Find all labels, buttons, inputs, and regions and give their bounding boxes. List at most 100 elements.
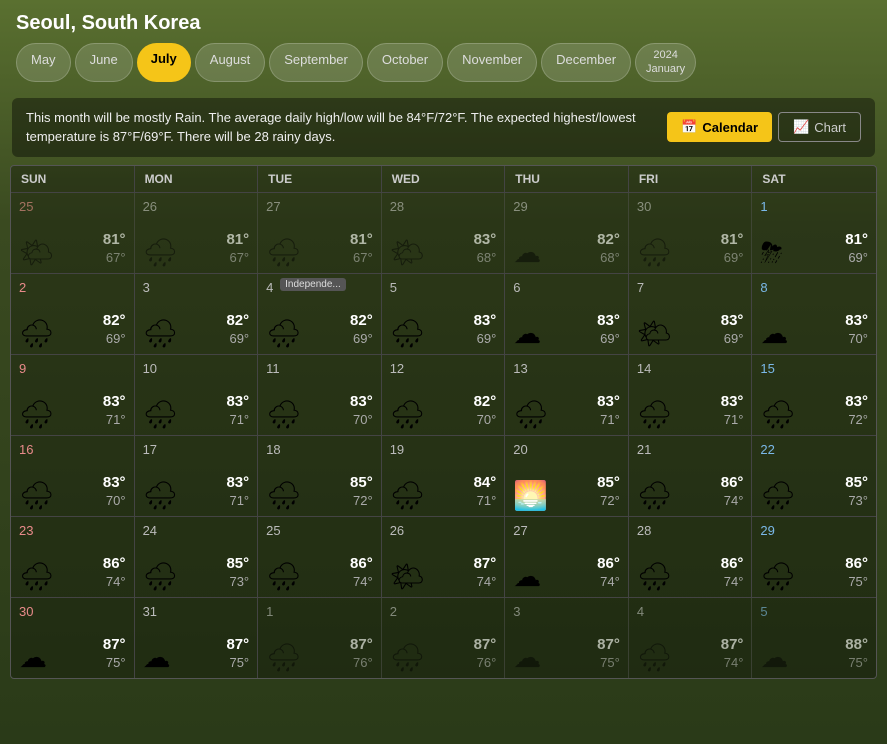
temp-low: 70° bbox=[845, 331, 868, 348]
temp-low: 72° bbox=[845, 412, 868, 429]
temp-high: 81° bbox=[721, 230, 744, 250]
temp-low: 67° bbox=[103, 250, 126, 267]
calendar-cell-w4-d0[interactable]: 23🌧86°74° bbox=[11, 517, 135, 597]
cell-date: 27 bbox=[513, 523, 620, 538]
cell-temps: 86°74° bbox=[721, 473, 744, 509]
cell-weather: 🌧 81°69° bbox=[637, 218, 744, 267]
calendar-cell-w3-d1[interactable]: 17🌧83°71° bbox=[135, 436, 259, 516]
calendar-cell-w4-d3[interactable]: 26🌤87°74° bbox=[382, 517, 506, 597]
calendar-cell-w5-d3[interactable]: 2🌧87°76° bbox=[382, 598, 506, 678]
temp-high: 84° bbox=[474, 473, 497, 493]
temp-low: 68° bbox=[474, 250, 497, 267]
weather-icon: ☁ bbox=[513, 644, 541, 672]
calendar-cell-w4-d5[interactable]: 28🌧86°74° bbox=[629, 517, 753, 597]
calendar-cell-w1-d1[interactable]: 3🌧82°69° bbox=[135, 274, 259, 354]
cell-temps: 83°71° bbox=[103, 392, 126, 428]
tab-june[interactable]: June bbox=[75, 43, 133, 82]
calendar-cell-w3-d0[interactable]: 16🌧83°70° bbox=[11, 436, 135, 516]
calendar-cell-w5-d1[interactable]: 31☁87°75° bbox=[135, 598, 259, 678]
calendar-cell-w2-d5[interactable]: 14🌧83°71° bbox=[629, 355, 753, 435]
cell-weather: 🌧87°76° bbox=[266, 623, 373, 672]
calendar-view-button[interactable]: 📅 Calendar bbox=[667, 112, 772, 142]
weather-icon: 🌧 bbox=[637, 401, 673, 429]
calendar-cell-w5-d0[interactable]: 30☁87°75° bbox=[11, 598, 135, 678]
tab-december[interactable]: December bbox=[541, 43, 631, 82]
tab-september[interactable]: September bbox=[269, 43, 363, 82]
cell-date: 14 bbox=[637, 361, 744, 376]
temp-high: 83° bbox=[721, 311, 744, 331]
temp-low: 74° bbox=[721, 655, 744, 672]
tab-2024-january[interactable]: 2024January bbox=[635, 43, 696, 82]
info-bar: This month will be mostly Rain. The aver… bbox=[12, 98, 875, 157]
cell-date: 25 bbox=[266, 523, 373, 538]
calendar-cell-w0-d3[interactable]: 28🌤83°68° bbox=[382, 193, 506, 273]
calendar-cell-w0-d1[interactable]: 26🌧81°67° bbox=[135, 193, 259, 273]
calendar-cell-w5-d2[interactable]: 1🌧87°76° bbox=[258, 598, 382, 678]
temp-high: 83° bbox=[597, 311, 620, 331]
calendar-cell-w2-d6[interactable]: 15🌧83°72° bbox=[752, 355, 876, 435]
calendar-cell-w3-d4[interactable]: 20🌅85°72° bbox=[505, 436, 629, 516]
calendar-cell-w1-d6[interactable]: 8☁83°70° bbox=[752, 274, 876, 354]
calendar-cell-w0-d0[interactable]: 25🌤81°67° bbox=[11, 193, 135, 273]
calendar-cell-w2-d3[interactable]: 12🌧82°70° bbox=[382, 355, 506, 435]
temp-high: 86° bbox=[350, 554, 373, 574]
weather-icon: 🌧 bbox=[19, 320, 55, 348]
weather-icon: 🌧 bbox=[637, 239, 673, 267]
temp-high: 86° bbox=[845, 554, 868, 574]
calendar-cell-w0-d4[interactable]: 29☁82°68° bbox=[505, 193, 629, 273]
calendar-cell-w1-d3[interactable]: 5🌧83°69° bbox=[382, 274, 506, 354]
cell-date: 31 bbox=[143, 604, 250, 619]
calendar-cell-w2-d1[interactable]: 10🌧83°71° bbox=[135, 355, 259, 435]
calendar-cell-w5-d5[interactable]: 4🌧87°74° bbox=[629, 598, 753, 678]
week-row-2: 9🌧83°71°10🌧83°71°11🌧83°70°12🌧82°70°13🌧83… bbox=[11, 354, 876, 435]
tab-november[interactable]: November bbox=[447, 43, 537, 82]
tab-october[interactable]: October bbox=[367, 43, 443, 82]
calendar-cell-w2-d4[interactable]: 13 🌧83°71° bbox=[505, 355, 629, 435]
temp-low: 73° bbox=[226, 574, 249, 591]
calendar-cell-w1-d5[interactable]: 7🌤83°69° bbox=[629, 274, 753, 354]
cell-date: 13 bbox=[513, 361, 620, 376]
temp-high: 83° bbox=[103, 392, 126, 412]
cell-temps: 81°69° bbox=[721, 230, 744, 266]
calendar-cell-w2-d0[interactable]: 9🌧83°71° bbox=[11, 355, 135, 435]
weather-icon: 🌅 bbox=[513, 482, 548, 510]
temp-low: 67° bbox=[226, 250, 249, 267]
cell-weather: 🌧83°69° bbox=[390, 299, 497, 348]
calendar-cell-w4-d2[interactable]: 25🌧86°74° bbox=[258, 517, 382, 597]
calendar-cell-w3-d6[interactable]: 22🌧85°73° bbox=[752, 436, 876, 516]
calendar-cell-w0-d2[interactable]: 27🌧81°67° bbox=[258, 193, 382, 273]
tab-july[interactable]: July bbox=[137, 43, 191, 82]
tab-august[interactable]: August bbox=[195, 43, 265, 82]
week-row-0: 25🌤81°67°26🌧81°67°27🌧81°67°28🌤83°68°29☁8… bbox=[11, 192, 876, 273]
calendar-cell-w0-d6[interactable]: 1⛈81°69° bbox=[752, 193, 876, 273]
calendar-cell-w0-d5[interactable]: 30🌧81°69° bbox=[629, 193, 753, 273]
temp-low: 67° bbox=[350, 250, 373, 267]
calendar-cell-w4-d1[interactable]: 24🌧85°73° bbox=[135, 517, 259, 597]
calendar-cell-w1-d0[interactable]: 2🌧82°69° bbox=[11, 274, 135, 354]
cell-temps: 83°71° bbox=[226, 473, 249, 509]
cell-date: 1 bbox=[760, 199, 868, 214]
calendar-cell-w3-d5[interactable]: 21🌧86°74° bbox=[629, 436, 753, 516]
calendar-cell-w3-d2[interactable]: 18🌧85°72° bbox=[258, 436, 382, 516]
calendar-cell-w4-d4[interactable]: 27☁86°74° bbox=[505, 517, 629, 597]
calendar-cell-w3-d3[interactable]: 19🌧84°71° bbox=[382, 436, 506, 516]
calendar-cell-w2-d2[interactable]: 11🌧83°70° bbox=[258, 355, 382, 435]
temp-high: 81° bbox=[226, 230, 249, 250]
temp-high: 82° bbox=[597, 230, 620, 250]
temp-high: 87° bbox=[103, 635, 126, 655]
cell-weather: 🌧87°76° bbox=[390, 623, 497, 672]
chart-view-button[interactable]: 📈 Chart bbox=[778, 112, 861, 142]
cell-date: 3 bbox=[143, 280, 250, 295]
calendar-cell-w1-d2[interactable]: 4Independe...🌧82°69° bbox=[258, 274, 382, 354]
calendar-cell-w5-d6[interactable]: 5☁88°75° bbox=[752, 598, 876, 678]
cell-date: 3 bbox=[513, 604, 620, 619]
tab-may[interactable]: May bbox=[16, 43, 71, 82]
temp-low: 72° bbox=[597, 493, 620, 510]
calendar-cell-w5-d4[interactable]: 3☁87°75° bbox=[505, 598, 629, 678]
calendar-cell-w1-d4[interactable]: 6☁83°69° bbox=[505, 274, 629, 354]
temp-high: 81° bbox=[350, 230, 373, 250]
weather-icon: ⛈ bbox=[760, 239, 782, 267]
cell-weather: ☁82°68° bbox=[513, 218, 620, 267]
cell-weather: 🌧83°71° bbox=[513, 380, 620, 429]
calendar-cell-w4-d6[interactable]: 29🌧86°75° bbox=[752, 517, 876, 597]
